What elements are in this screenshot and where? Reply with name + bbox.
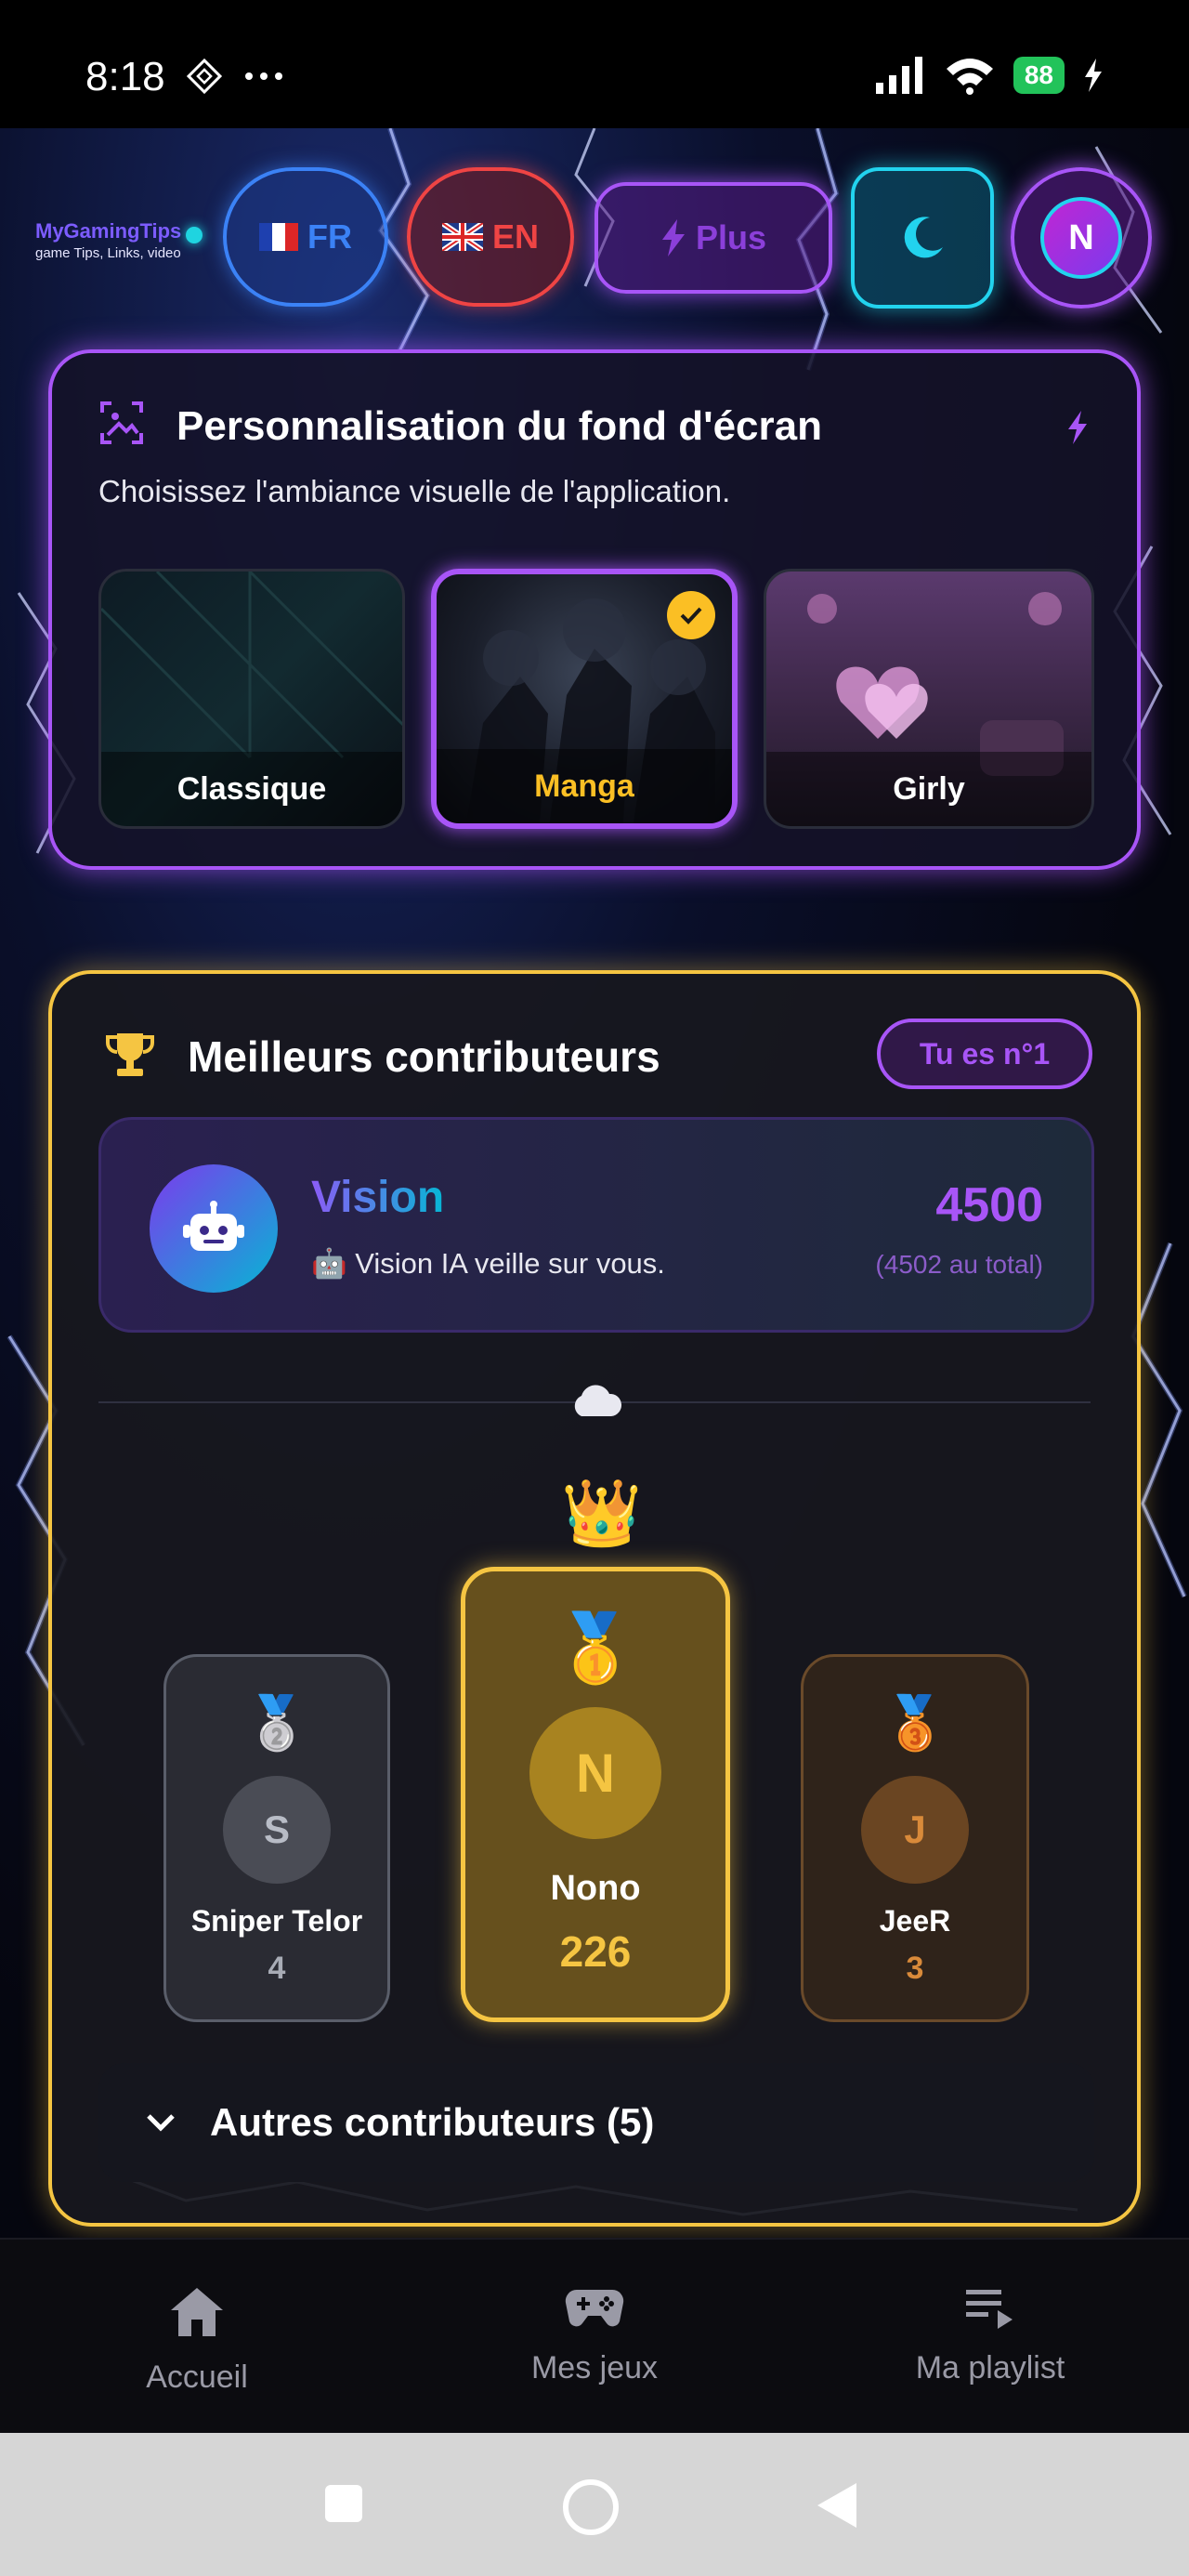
- language-fr-button[interactable]: FR: [223, 167, 388, 307]
- more-dots-icon: [245, 72, 282, 80]
- logo-subtitle: game Tips, Links, video: [35, 245, 181, 261]
- robot-icon: [183, 1201, 244, 1251]
- vision-message: 🤖 Vision IA veille sur vous.: [311, 1247, 665, 1280]
- logo-dot: [186, 227, 203, 243]
- theme-option-manga[interactable]: Manga: [431, 569, 738, 829]
- avatar: S: [223, 1776, 331, 1884]
- nav-label: Ma playlist: [915, 2350, 1065, 2385]
- silver-medal-icon: 🥈: [244, 1693, 309, 1752]
- podium-third[interactable]: 🥉 J JeeR 3: [801, 1654, 1029, 2022]
- bolt-icon: [661, 219, 685, 256]
- contributor-name: JeeR: [879, 1904, 951, 1938]
- bottom-navigation: Accueil Mes jeux Ma playlist: [0, 2238, 1189, 2433]
- nav-label: Mes jeux: [530, 2350, 659, 2385]
- wallpaper-card: Personnalisation du fond d'écran Choisis…: [48, 349, 1141, 870]
- robot-avatar: [150, 1164, 278, 1293]
- status-notification-icons: [186, 58, 284, 95]
- rank-badge[interactable]: Tu es n°1: [877, 1019, 1092, 1089]
- gamepad-icon: [565, 2289, 624, 2327]
- uk-flag-icon: [441, 223, 483, 251]
- podium-first[interactable]: 🥇 N Nono 226: [461, 1567, 730, 2022]
- language-en-label: EN: [491, 217, 539, 256]
- moon-icon: [904, 217, 943, 258]
- language-en-button[interactable]: EN: [407, 167, 574, 307]
- contributor-name: Sniper Telor: [190, 1904, 363, 1938]
- other-contributors-toggle[interactable]: Autres contributeurs (5): [98, 2063, 1094, 2182]
- contributor-score: 4: [268, 1951, 286, 1986]
- status-bar: 8:18 88: [0, 0, 1189, 128]
- back-icon[interactable]: [816, 2481, 858, 2530]
- nav-item-home[interactable]: Accueil: [58, 2286, 336, 2396]
- trophy-icon: [106, 1033, 154, 1076]
- battery-level: 88: [1013, 57, 1065, 94]
- charging-icon: [1085, 59, 1102, 92]
- wallpaper-subtitle: Choisissez l'ambiance visuelle de l'appl…: [98, 474, 731, 508]
- cloud-icon: [574, 1385, 622, 1416]
- avatar: J: [861, 1776, 969, 1884]
- status-time: 8:18: [85, 54, 165, 99]
- wallpaper-title: Personnalisation du fond d'écran: [176, 403, 822, 449]
- chevron-down-icon: [147, 2114, 175, 2132]
- home-circle-icon[interactable]: [561, 2477, 621, 2537]
- plus-button[interactable]: Plus: [594, 182, 832, 294]
- system-navigation-bar: [0, 2433, 1189, 2576]
- vision-score: 4500: [935, 1178, 1043, 1232]
- vision-total: (4502 au total): [875, 1250, 1043, 1279]
- home-icon: [171, 2288, 223, 2336]
- crown-icon: 👑: [561, 1477, 643, 1549]
- diamond-icon: [186, 58, 223, 95]
- image-frame-icon: [100, 401, 143, 444]
- avatar: N: [529, 1707, 661, 1839]
- bolt-icon: [1068, 411, 1087, 444]
- playlist-icon: [966, 2290, 1013, 2329]
- logo-title: MyGamingTips: [35, 219, 182, 243]
- recent-apps-icon[interactable]: [323, 2483, 364, 2524]
- avatar: N: [1040, 197, 1122, 279]
- plus-label: Plus: [695, 218, 767, 256]
- wifi-icon: [946, 59, 993, 95]
- other-contributors-label: Autres contributeurs (5): [210, 2100, 655, 2144]
- theme-label: Manga: [437, 749, 732, 823]
- contributor-score: 226: [559, 1927, 632, 1976]
- vision-ai-card[interactable]: Vision 🤖 Vision IA veille sur vous. 4500…: [98, 1117, 1094, 1333]
- dark-mode-toggle[interactable]: [851, 167, 994, 309]
- podium-second[interactable]: 🥈 S Sniper Telor 4: [163, 1654, 390, 2022]
- top-bar: MyGamingTips game Tips, Links, video FR …: [0, 149, 1189, 325]
- gold-medal-icon: 🥇: [554, 1611, 637, 1686]
- signal-icon: [875, 57, 922, 94]
- contributor-name: Nono: [550, 1869, 641, 1908]
- profile-avatar-button[interactable]: N: [1011, 167, 1152, 309]
- theme-label: Classique: [101, 752, 402, 826]
- nav-item-games[interactable]: Mes jeux: [455, 2286, 734, 2386]
- nav-label: Accueil: [146, 2359, 248, 2395]
- france-flag-icon: [259, 223, 298, 251]
- theme-label: Girly: [766, 752, 1091, 826]
- vision-name: Vision: [311, 1173, 445, 1222]
- status-system-icons: 88: [874, 56, 1104, 95]
- theme-option-classique[interactable]: Classique: [98, 569, 405, 829]
- language-fr-label: FR: [307, 217, 352, 256]
- bronze-medal-icon: 🥉: [882, 1693, 947, 1752]
- contributor-score: 3: [906, 1951, 924, 1986]
- contributors-card: Meilleurs contributeurs Tu es n°1 Vision…: [48, 970, 1141, 2227]
- contributors-title: Meilleurs contributeurs: [188, 1032, 660, 1081]
- selected-check-icon: [667, 591, 715, 639]
- nav-item-playlist[interactable]: Ma playlist: [851, 2286, 1130, 2386]
- theme-option-girly[interactable]: Girly: [764, 569, 1094, 829]
- app-logo[interactable]: MyGamingTips game Tips, Links, video: [35, 219, 203, 261]
